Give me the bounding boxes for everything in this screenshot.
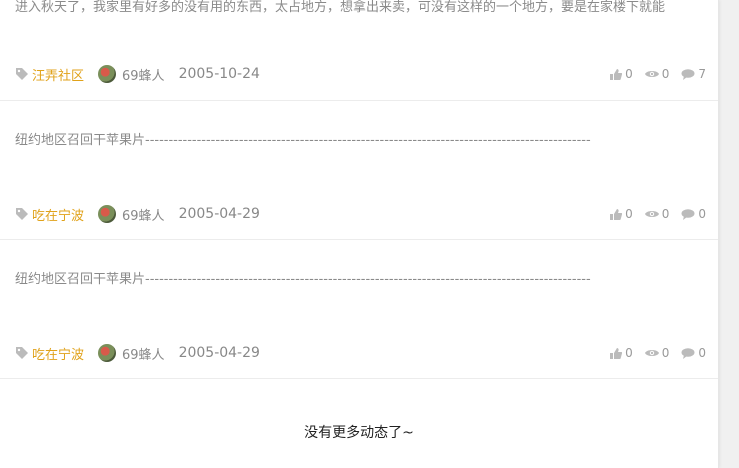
like-count: 0: [625, 207, 633, 221]
post-item: 纽约地区召回干苹果片------------------------------…: [0, 100, 718, 240]
no-more-activity-text: 没有更多动态了~: [304, 425, 414, 441]
post-meta: 吃在宁波 69蜂人 2005-04-29 0 0 0: [15, 343, 706, 363]
post-date: 2005-10-24: [178, 66, 260, 82]
comment-stat[interactable]: 0: [681, 207, 706, 221]
avatar[interactable]: [98, 344, 117, 362]
post-excerpt[interactable]: 纽约地区召回干苹果片------------------------------…: [15, 130, 703, 152]
view-stat: 0: [644, 207, 670, 221]
post-stats: 0 0 7: [598, 67, 706, 81]
thumbs-up-icon: [610, 347, 623, 359]
post-date: 2005-04-29: [178, 206, 260, 222]
eye-icon: [644, 71, 659, 77]
post-stats: 0 0 0: [598, 207, 706, 221]
post-date: 2005-04-29: [178, 345, 260, 361]
comment-count: 7: [698, 67, 706, 81]
post-author-link[interactable]: 69蜂人: [122, 65, 165, 84]
view-count: 0: [661, 67, 670, 81]
eye-icon: [644, 350, 659, 356]
post-category-link[interactable]: 吃在宁波: [32, 344, 84, 363]
like-count: 0: [625, 67, 633, 81]
post-category-link[interactable]: 汪弄社区: [32, 65, 84, 84]
post-category-link[interactable]: 吃在宁波: [32, 205, 84, 224]
post-excerpt[interactable]: 进入秋天了，我家里有好多的没有用的东西，太占地方，想拿出来卖，可没有这样的一个地…: [15, 0, 703, 19]
comment-stat[interactable]: 0: [681, 346, 706, 360]
view-count: 0: [661, 346, 670, 360]
thumbs-up-icon: [610, 208, 623, 220]
comment-stat[interactable]: 7: [681, 67, 706, 81]
avatar[interactable]: [98, 205, 117, 223]
post-author-link[interactable]: 69蜂人: [122, 344, 165, 363]
post-item: 进入秋天了，我家里有好多的没有用的东西，太占地方，想拿出来卖，可没有这样的一个地…: [0, 0, 718, 101]
tag-icon: [16, 347, 28, 359]
view-stat: 0: [644, 67, 670, 81]
like-count: 0: [625, 346, 633, 360]
like-stat[interactable]: 0: [610, 207, 633, 221]
post-meta: 汪弄社区 69蜂人 2005-10-24 0 0 7: [15, 64, 706, 84]
post-author-link[interactable]: 69蜂人: [122, 205, 165, 224]
view-stat: 0: [644, 346, 670, 360]
comment-count: 0: [698, 207, 706, 221]
view-count: 0: [661, 207, 670, 221]
post-item: 纽约地区召回干苹果片------------------------------…: [0, 239, 718, 379]
avatar[interactable]: [98, 65, 117, 83]
tag-icon: [16, 68, 28, 80]
activity-feed: 进入秋天了，我家里有好多的没有用的东西，太占地方，想拿出来卖，可没有这样的一个地…: [0, 0, 719, 468]
post-meta: 吃在宁波 69蜂人 2005-04-29 0 0 0: [15, 204, 706, 224]
comment-icon: [681, 208, 695, 220]
comment-count: 0: [698, 346, 706, 360]
comment-icon: [681, 68, 695, 80]
post-excerpt[interactable]: 纽约地区召回干苹果片------------------------------…: [15, 269, 703, 291]
tag-icon: [16, 208, 28, 220]
like-stat[interactable]: 0: [610, 67, 633, 81]
eye-icon: [644, 211, 659, 217]
like-stat[interactable]: 0: [610, 346, 633, 360]
thumbs-up-icon: [610, 68, 623, 80]
post-stats: 0 0 0: [598, 346, 706, 360]
comment-icon: [681, 347, 695, 359]
